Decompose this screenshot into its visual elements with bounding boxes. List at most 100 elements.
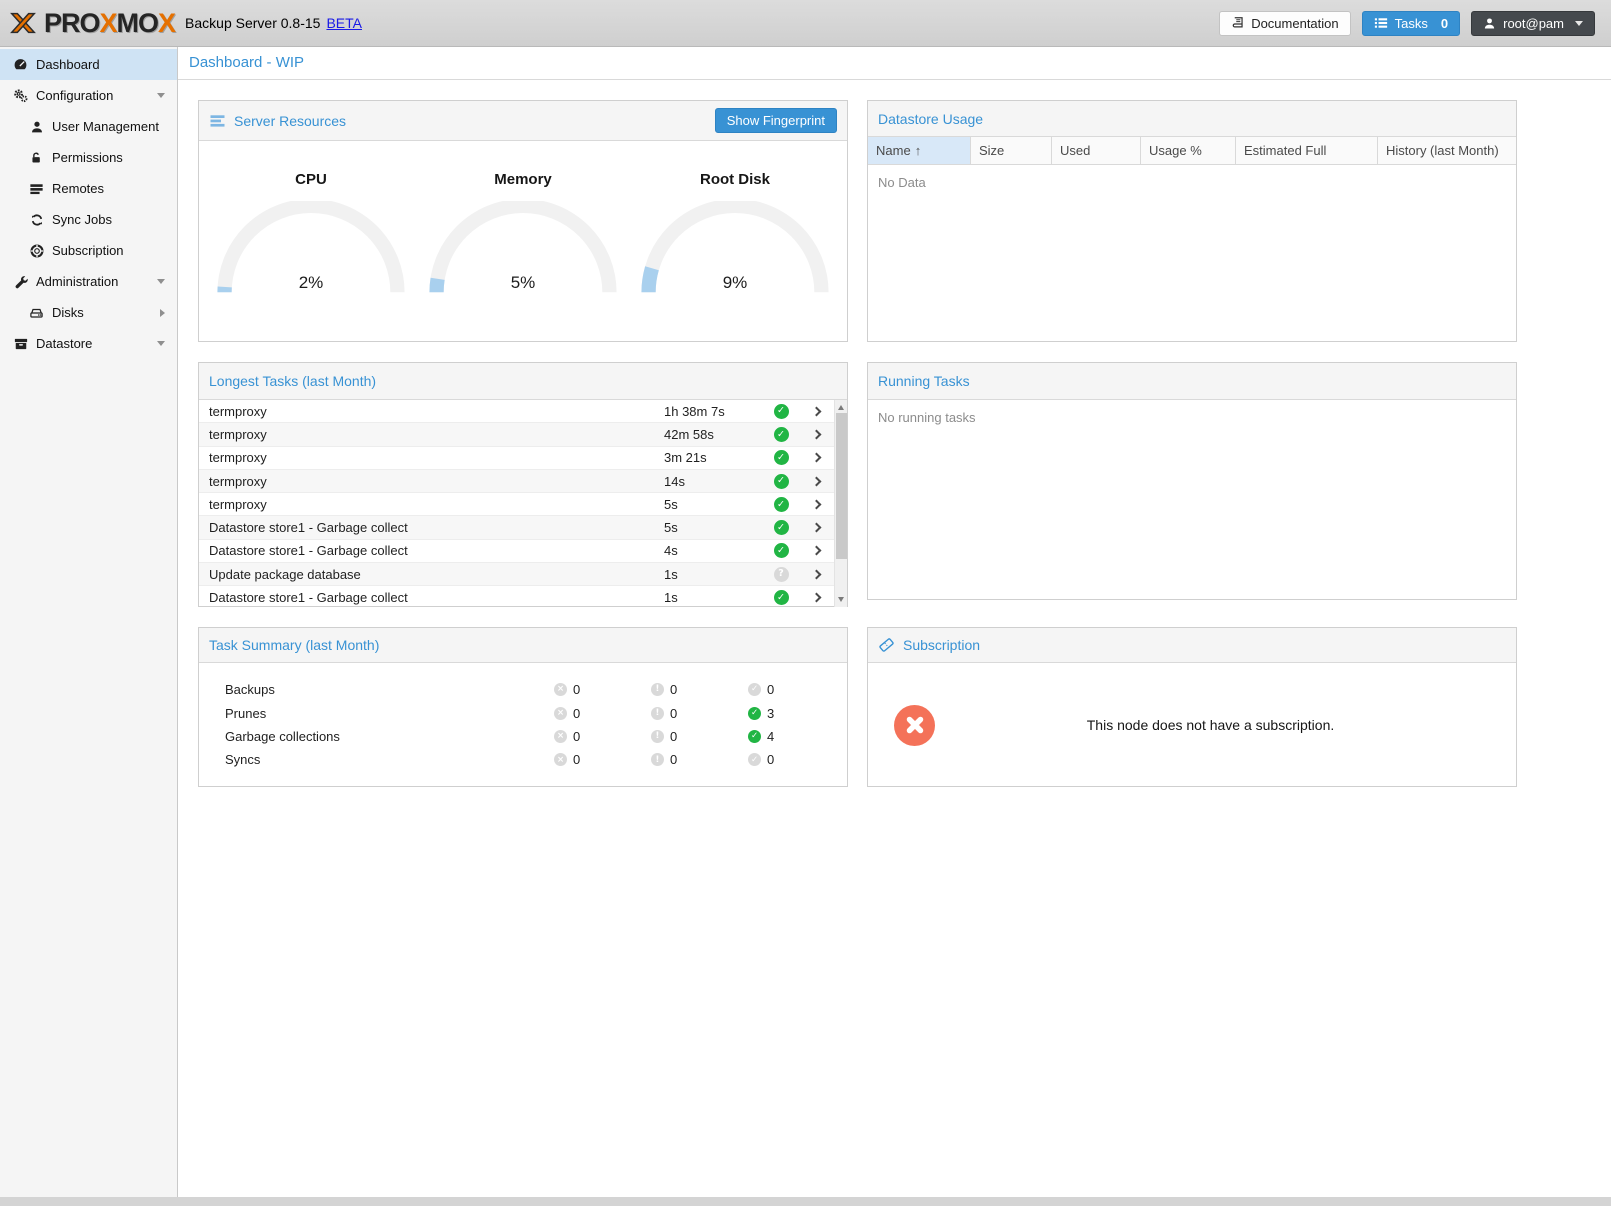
summary-count: 4 <box>767 729 774 744</box>
task-summary-header: Task Summary (last Month) <box>199 628 847 663</box>
sidebar-item-dashboard[interactable]: Dashboard <box>0 49 177 80</box>
open-task-button[interactable] <box>798 408 834 415</box>
datastore-table-header: Name↑Size Used Usage %Estimated Full Histor… <box>868 137 1516 165</box>
chevron-down-icon[interactable] <box>157 341 165 346</box>
task-row[interactable]: Datastore store1 - Garbage collect5s✓ <box>199 516 834 539</box>
task-status: ✓ <box>764 427 798 442</box>
sidebar-item-label: Datastore <box>36 336 92 351</box>
datastore-usage-panel: Datastore Usage Name↑SizeUsedUsage %Esti… <box>867 100 1517 342</box>
longest-tasks-panel: Longest Tasks (last Month) termproxy1h 3… <box>198 362 848 607</box>
summary-count: 0 <box>573 729 580 744</box>
vertical-scrollbar[interactable] <box>834 400 847 607</box>
chevron-down-icon <box>1575 21 1583 26</box>
status-ok-icon: ✓ <box>774 590 789 605</box>
summary-label: Garbage collections <box>225 729 554 744</box>
tasks-button[interactable]: Tasks 0 <box>1362 11 1460 36</box>
open-task-button[interactable] <box>798 454 834 461</box>
scroll-down-arrow[interactable] <box>835 593 847 606</box>
gauge-cpu: CPU2% <box>211 171 411 343</box>
task-row[interactable]: Update package database1s? <box>199 563 834 586</box>
status-ok-icon: ✓ <box>774 497 789 512</box>
sidebar-item-disks[interactable]: Disks <box>0 297 177 328</box>
unlock-icon <box>28 151 45 165</box>
sidebar-item-subscription[interactable]: Subscription <box>0 235 177 266</box>
column-header-name[interactable]: Name↑ <box>868 137 971 164</box>
sidebar-item-remotes[interactable]: Remotes <box>0 173 177 204</box>
summary-label: Syncs <box>225 752 554 767</box>
server-lines-icon <box>209 113 226 129</box>
column-header-label: Used <box>1060 143 1090 158</box>
sidebar-item-configuration[interactable]: Configuration <box>0 80 177 111</box>
horizontal-scrollbar[interactable] <box>0 1197 1611 1206</box>
server-resources-panel: Server Resources Show Fingerprint CPU2% M… <box>198 100 848 342</box>
task-row[interactable]: termproxy1h 38m 7s✓ <box>199 400 834 423</box>
summary-count: 0 <box>670 682 677 697</box>
running-tasks-empty-text: No running tasks <box>868 400 1516 435</box>
summary-count: 0 <box>767 752 774 767</box>
scrollbar-thumb[interactable] <box>836 413 847 559</box>
column-header-used[interactable]: Used <box>1052 137 1141 164</box>
task-row[interactable]: Datastore store1 - Garbage collect4s✓ <box>199 540 834 563</box>
beta-link[interactable]: BETA <box>326 15 362 31</box>
summary-row-prunes: Prunes×0!0✓3 <box>225 701 847 724</box>
ok-count-icon: ✓ <box>748 753 761 766</box>
open-task-button[interactable] <box>798 594 834 601</box>
open-task-button[interactable] <box>798 524 834 531</box>
chevron-down-icon[interactable] <box>157 279 165 284</box>
gauge-label: Memory <box>423 171 623 188</box>
status-ok-icon: ✓ <box>774 474 789 489</box>
sidebar-item-sync-jobs[interactable]: Sync Jobs <box>0 204 177 235</box>
subscription-title: Subscription <box>903 637 980 653</box>
user-menu-button[interactable]: root@pam <box>1471 11 1595 36</box>
task-row[interactable]: termproxy3m 21s✓ <box>199 447 834 470</box>
sidebar-item-administration[interactable]: Administration <box>0 266 177 297</box>
sidebar-item-label: Sync Jobs <box>52 212 112 227</box>
sidebar-item-datastore[interactable]: Datastore <box>0 328 177 359</box>
book-icon <box>1231 16 1244 30</box>
column-header-usage-[interactable]: Usage % <box>1141 137 1236 164</box>
gauge-label: Root Disk <box>635 171 835 188</box>
open-task-button[interactable] <box>798 478 834 485</box>
gauge-value: 5% <box>423 273 623 293</box>
column-header-label: History (last Month) <box>1386 143 1499 158</box>
summary-stat-ok: ✓4 <box>748 729 845 744</box>
documentation-label: Documentation <box>1251 16 1338 31</box>
sidebar-item-permissions[interactable]: Permissions <box>0 142 177 173</box>
chevron-right-icon <box>811 429 821 439</box>
open-task-button[interactable] <box>798 547 834 554</box>
server-resources-title: Server Resources <box>234 113 346 129</box>
summary-row-garbage-collections: Garbage collections×0!0✓4 <box>225 725 847 748</box>
summary-count: 0 <box>670 752 677 767</box>
open-task-button[interactable] <box>798 501 834 508</box>
task-row[interactable]: termproxy14s✓ <box>199 470 834 493</box>
documentation-button[interactable]: Documentation <box>1219 11 1350 36</box>
task-row[interactable]: termproxy42m 58s✓ <box>199 423 834 446</box>
summary-count: 0 <box>573 752 580 767</box>
chevron-down-icon[interactable] <box>157 93 165 98</box>
warning-count-icon: ! <box>651 707 664 720</box>
ok-count-icon: ✓ <box>748 683 761 696</box>
task-row[interactable]: Datastore store1 - Garbage collect1s✓ <box>199 586 834 607</box>
task-duration: 14s <box>664 474 764 489</box>
open-task-button[interactable] <box>798 571 834 578</box>
running-tasks-panel: Running Tasks No running tasks <box>867 362 1517 600</box>
column-header-estimated-full[interactable]: Estimated Full <box>1236 137 1378 164</box>
no-subscription-error-icon <box>894 705 935 746</box>
column-header-history-last-month-[interactable]: History (last Month) <box>1378 137 1516 164</box>
chevron-right-icon <box>811 523 821 533</box>
sidebar-item-label: User Management <box>52 119 159 134</box>
column-header-size[interactable]: Size <box>971 137 1052 164</box>
summary-stat-ok: ✓3 <box>748 706 845 721</box>
task-name: termproxy <box>209 497 664 512</box>
show-fingerprint-button[interactable]: Show Fingerprint <box>715 108 837 133</box>
ok-count-icon: ✓ <box>748 730 761 743</box>
sidebar-item-user-management[interactable]: User Management <box>0 111 177 142</box>
task-row[interactable]: termproxy5s✓ <box>199 493 834 516</box>
open-task-button[interactable] <box>798 431 834 438</box>
chevron-right-icon[interactable] <box>160 309 165 317</box>
chevron-right-icon <box>811 453 821 463</box>
gauge-root-disk: Root Disk 9% <box>635 171 835 343</box>
sidebar-item-label: Permissions <box>52 150 123 165</box>
top-header-bar: PROXMOX Backup Server 0.8-15 BETA Docume… <box>0 0 1611 47</box>
gauge-value: 9% <box>635 273 835 293</box>
